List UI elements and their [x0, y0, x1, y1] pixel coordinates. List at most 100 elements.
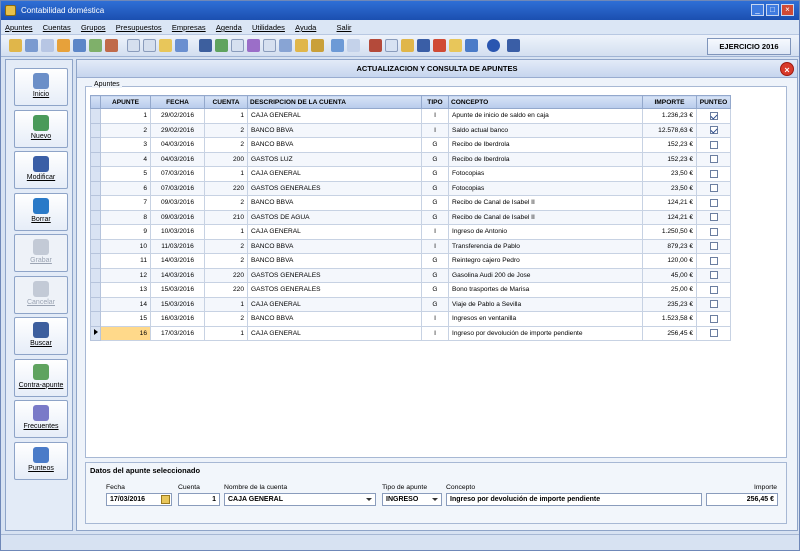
- row-selector[interactable]: [90, 166, 101, 182]
- row-selector[interactable]: [90, 238, 101, 254]
- toolbar-mail-icon[interactable]: [331, 39, 344, 52]
- tipo-apunte-select[interactable]: INGRESO: [382, 493, 442, 506]
- column-header-punteo[interactable]: PUNTEO: [696, 95, 731, 109]
- row-selector[interactable]: [90, 267, 101, 283]
- toolbar-key-icon[interactable]: [311, 39, 324, 52]
- column-header-descripcion[interactable]: DESCRIPCION DE LA CUENTA: [247, 95, 422, 109]
- sidebar-button-buscar[interactable]: Buscar: [14, 317, 68, 355]
- row-selector[interactable]: [90, 195, 101, 211]
- menu-cuentas[interactable]: Cuentas: [39, 20, 75, 35]
- table-row[interactable]: 15 16/03/2016 2 BANCO BBVA I Ingresos en vent…: [90, 311, 786, 327]
- table-row[interactable]: 10 11/03/2016 2 BANCO BBVA I Transferencia de…: [90, 238, 786, 254]
- chevron-down-icon[interactable]: [431, 495, 440, 504]
- sidebar-button-borrar[interactable]: Borrar: [14, 192, 68, 231]
- column-header-cuenta[interactable]: CUENTA: [204, 95, 248, 109]
- toolbar-notes-icon[interactable]: [347, 39, 360, 52]
- table-row[interactable]: 7 09/03/2016 2 BANCO BBVA G Recibo de Canal d…: [90, 195, 786, 211]
- sidebar-button-frecuentes[interactable]: Frecuentes: [14, 400, 68, 438]
- nombre-cuenta-select[interactable]: CAJA GENERAL: [224, 493, 376, 506]
- table-row[interactable]: 4 04/03/2016 200 GASTOS LUZ G Recibo de Iberd…: [90, 151, 786, 167]
- table-row[interactable]: 5 07/03/2016 1 CAJA GENERAL G Fotocopias 23,50…: [90, 166, 786, 182]
- toolbar-settings-icon[interactable]: [449, 39, 462, 52]
- toolbar-report-icon[interactable]: [175, 39, 188, 52]
- menu-utilidades[interactable]: Utilidades: [248, 20, 289, 35]
- toolbar-groups-icon[interactable]: [73, 39, 86, 52]
- fecha-field[interactable]: 17/03/2016: [106, 493, 172, 506]
- toolbar-grid-icon[interactable]: [231, 39, 244, 52]
- table-row[interactable]: 14 15/03/2016 1 CAJA GENERAL G Viaje de Pablo…: [90, 296, 786, 312]
- punteo-checkbox[interactable]: [709, 271, 718, 280]
- sidebar-button-grabar[interactable]: Grabar: [14, 234, 68, 272]
- row-selector[interactable]: [90, 209, 101, 225]
- column-header-importe[interactable]: IMPORTE: [642, 95, 697, 109]
- table-row[interactable]: 6 07/03/2016 220 GASTOS GENERALES G Fotocopia…: [90, 180, 786, 196]
- punteo-checkbox[interactable]: [709, 314, 718, 323]
- table-row[interactable]: 9 10/03/2016 1 CAJA GENERAL I Ingreso de Anto…: [90, 224, 786, 240]
- punteo-checkbox[interactable]: [709, 169, 718, 178]
- punteo-checkbox[interactable]: [709, 300, 718, 309]
- sidebar-button-inicio[interactable]: Inicio: [14, 68, 68, 106]
- row-selector[interactable]: [90, 108, 101, 124]
- menu-apuntes[interactable]: Apuntes: [1, 20, 37, 35]
- punteo-checkbox[interactable]: [709, 256, 718, 265]
- row-selector[interactable]: [90, 151, 101, 167]
- punteo-checkbox[interactable]: [709, 126, 718, 135]
- column-header-apunte[interactable]: APUNTE: [100, 95, 151, 109]
- punteo-checkbox[interactable]: [709, 140, 718, 149]
- menu-agenda[interactable]: Agenda: [212, 20, 246, 35]
- punteo-checkbox[interactable]: [709, 285, 718, 294]
- column-header-tipo[interactable]: TIPO: [421, 95, 449, 109]
- punteo-checkbox[interactable]: [709, 198, 718, 207]
- row-selector[interactable]: [90, 253, 101, 269]
- toolbar-list-icon[interactable]: [41, 39, 54, 52]
- toolbar-folder-icon[interactable]: [9, 39, 22, 52]
- close-panel-icon[interactable]: ×: [780, 62, 794, 76]
- chevron-down-icon[interactable]: [365, 495, 374, 504]
- punteo-checkbox[interactable]: [709, 155, 718, 164]
- toolbar-chart-icon[interactable]: [159, 39, 172, 52]
- row-selector[interactable]: [90, 137, 101, 153]
- row-selector[interactable]: [90, 296, 101, 312]
- row-selector[interactable]: [90, 325, 101, 341]
- toolbar-search-icon[interactable]: [295, 39, 308, 52]
- menu-salir[interactable]: Salir: [333, 20, 356, 35]
- concepto-field[interactable]: Ingreso por devolución de importe pendie…: [446, 493, 702, 506]
- menu-grupos[interactable]: Grupos: [77, 20, 110, 35]
- table-row[interactable]: 11 14/03/2016 2 BANCO BBVA G Reintegro cajero…: [90, 253, 786, 269]
- table-row[interactable]: 2 29/02/2016 2 BANCO BBVA I Saldo actual banc…: [90, 122, 786, 138]
- row-selector[interactable]: [90, 180, 101, 196]
- punteo-checkbox[interactable]: [709, 111, 718, 120]
- menu-presupuestos[interactable]: Presupuestos: [112, 20, 166, 35]
- menu-empresas[interactable]: Empresas: [168, 20, 210, 35]
- toolbar-edit-icon[interactable]: [247, 39, 260, 52]
- row-selector[interactable]: [90, 311, 101, 327]
- punteo-checkbox[interactable]: [709, 242, 718, 251]
- table-row[interactable]: 8 09/03/2016 210 GASTOS DE AGUA G Recibo de C…: [90, 209, 786, 225]
- toolbar-book-icon[interactable]: [369, 39, 382, 52]
- row-selector[interactable]: [90, 224, 101, 240]
- toolbar-export-icon[interactable]: [215, 39, 228, 52]
- toolbar-budget-icon[interactable]: [57, 39, 70, 52]
- cuenta-field[interactable]: 1: [178, 493, 220, 506]
- toolbar-document-icon[interactable]: [127, 39, 140, 52]
- toolbar-envelope-icon[interactable]: [263, 39, 276, 52]
- toolbar-company-icon[interactable]: [89, 39, 102, 52]
- calendar-icon[interactable]: [161, 495, 170, 504]
- table-row[interactable]: 3 04/03/2016 2 BANCO BBVA G Recibo de Iberdro…: [90, 137, 786, 153]
- toolbar-print-icon[interactable]: [279, 39, 292, 52]
- table-row[interactable]: 1 29/02/2016 1 CAJA GENERAL I Apunte de inici…: [90, 108, 786, 124]
- sidebar-button-modificar[interactable]: Modificar: [14, 151, 68, 189]
- sidebar-button-contra-apunte[interactable]: Contra-apunte: [14, 358, 68, 397]
- sidebar-button-cancelar[interactable]: Cancelar: [14, 275, 68, 314]
- toolbar-exit-icon[interactable]: [507, 39, 520, 52]
- toolbar-help-icon[interactable]: [487, 39, 500, 52]
- menu-ayuda[interactable]: Ayuda: [291, 20, 320, 35]
- table-row[interactable]: 12 14/03/2016 220 GASTOS GENERALES G Gasolina…: [90, 267, 786, 283]
- maximize-icon[interactable]: □: [766, 4, 779, 16]
- column-header-fecha[interactable]: FECHA: [150, 95, 205, 109]
- toolbar-save-icon[interactable]: [417, 39, 430, 52]
- toolbar-copy-icon[interactable]: [143, 39, 156, 52]
- toolbar-accounts-icon[interactable]: [25, 39, 38, 52]
- minimize-icon[interactable]: _: [751, 4, 764, 16]
- column-header-concepto[interactable]: CONCEPTO: [448, 95, 643, 109]
